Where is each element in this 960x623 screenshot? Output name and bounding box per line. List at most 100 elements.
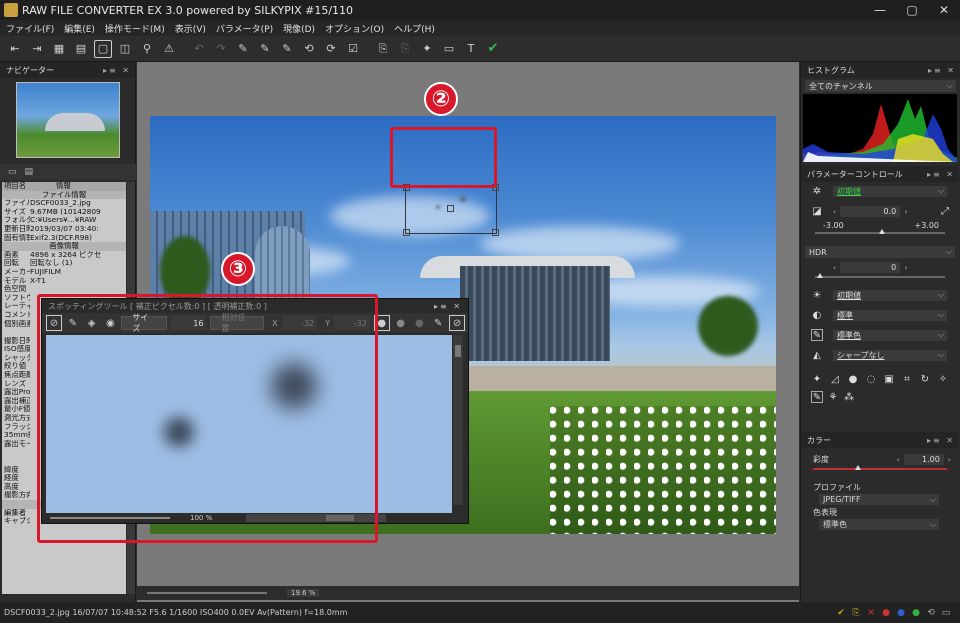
tool-h-icon[interactable]: ✧ bbox=[937, 373, 949, 385]
rotate-left-icon[interactable]: ⟲ bbox=[300, 40, 318, 58]
hdr-value[interactable]: 0 bbox=[840, 261, 901, 273]
status-red-icon[interactable]: ● bbox=[880, 608, 892, 618]
thumbnail-view-icon[interactable]: ▦ bbox=[50, 40, 68, 58]
paste-param-icon[interactable]: ✎ bbox=[278, 40, 296, 58]
prev-image-icon[interactable]: ⇤ bbox=[6, 40, 24, 58]
exposure-slider[interactable] bbox=[815, 229, 945, 234]
brush-small-icon[interactable]: ● bbox=[411, 315, 427, 331]
tool-e-icon[interactable]: ▣ bbox=[883, 373, 895, 385]
panel-menu-icon[interactable]: ▸≡ ✕ bbox=[103, 66, 131, 75]
tool-c-icon[interactable]: ● bbox=[847, 373, 859, 385]
tone-icon[interactable]: ◐ bbox=[811, 309, 823, 321]
sharp-select[interactable]: シャープなし ⌵ bbox=[833, 349, 947, 361]
navigator-thumbnail[interactable] bbox=[16, 82, 120, 158]
wand-tool-icon[interactable]: ⚘ bbox=[827, 391, 839, 403]
mark-icon[interactable]: ☑ bbox=[344, 40, 362, 58]
status-check-icon[interactable]: ✔ bbox=[835, 608, 847, 618]
preview-view-icon[interactable]: ▢ bbox=[94, 39, 112, 58]
expand-icon[interactable]: ⤢ bbox=[939, 205, 951, 217]
spot-tool-icon[interactable]: ✦ bbox=[418, 40, 436, 58]
tab-info-icon[interactable]: ▤ bbox=[25, 167, 34, 177]
warning-icon[interactable]: ⚠ bbox=[160, 40, 178, 58]
spot-vertical-scrollbar[interactable] bbox=[453, 335, 463, 505]
info-row[interactable]: 画素 4896 x 3264 ピクセ bbox=[2, 251, 126, 260]
exposure-value[interactable]: 0.0 bbox=[840, 205, 901, 217]
preview-thumb-icon[interactable]: ▤ bbox=[72, 40, 90, 58]
tool-d-icon[interactable]: ◌ bbox=[865, 373, 877, 385]
redo-icon[interactable]: ↷ bbox=[212, 40, 230, 58]
edit-param-icon[interactable]: ✎ bbox=[234, 40, 252, 58]
maximize-button[interactable]: ▢ bbox=[896, 0, 928, 20]
next-image-icon[interactable]: ⇥ bbox=[28, 40, 46, 58]
parameter-menu-icon[interactable]: ▸≡ ✕ bbox=[927, 170, 955, 179]
menu-edit[interactable]: 編集(E) bbox=[64, 22, 95, 35]
hdr-dec-icon[interactable]: ‹ bbox=[833, 263, 836, 272]
info-section-header[interactable]: ファイル情報 bbox=[2, 190, 126, 200]
tool-a-icon[interactable]: ✦ bbox=[811, 373, 823, 385]
status-window-icon[interactable]: ▭ bbox=[940, 608, 952, 618]
status-copy-icon[interactable]: ⎘ bbox=[850, 608, 862, 618]
done-check-icon[interactable]: ✔ bbox=[484, 40, 502, 58]
info-row[interactable]: サイズ 9.67MB (10142809 bbox=[2, 208, 126, 217]
link-tool-icon[interactable]: ⁂ bbox=[843, 391, 855, 403]
white-balance-icon[interactable]: ☀ bbox=[811, 289, 823, 301]
status-reject-icon[interactable]: ✕ bbox=[865, 608, 877, 618]
spot-window-menu-icon[interactable]: ▸≡ ✕ bbox=[434, 302, 462, 311]
info-row[interactable]: ファイル DSCF0033_2.jpg bbox=[2, 199, 126, 208]
hdr-select[interactable]: HDR ⌵ bbox=[805, 246, 955, 258]
brush-tool-icon[interactable]: ✎ bbox=[811, 391, 823, 403]
menu-mode[interactable]: 操作モード(M) bbox=[105, 22, 165, 35]
compare-view-icon[interactable]: ◫ bbox=[116, 40, 134, 58]
info-row[interactable]: 更新日時 2019/03/07 03:40: bbox=[2, 225, 126, 234]
hdr-inc-icon[interactable]: › bbox=[904, 263, 907, 272]
undo-icon[interactable]: ↶ bbox=[190, 40, 208, 58]
copy-param-icon[interactable]: ✎ bbox=[256, 40, 274, 58]
status-green-icon[interactable]: ● bbox=[910, 608, 922, 618]
tool-b-icon[interactable]: ◿ bbox=[829, 373, 841, 385]
info-row[interactable]: 固有情報 Exif2.3(DCF.R98) bbox=[2, 234, 126, 243]
tool-f-icon[interactable]: ⌗ bbox=[901, 373, 913, 385]
info-row[interactable]: フォルダ C:¥Users¥...¥RAW bbox=[2, 216, 126, 225]
zoom-icon[interactable]: ⚲ bbox=[138, 40, 156, 58]
saturation-slider[interactable] bbox=[813, 465, 947, 470]
tone-select[interactable]: 標準 ⌵ bbox=[833, 309, 947, 321]
hdr-slider[interactable] bbox=[815, 273, 945, 278]
color-dropper-icon[interactable]: ✎ bbox=[811, 329, 823, 341]
status-rotate-icon[interactable]: ⟲ bbox=[925, 608, 937, 618]
menu-develop[interactable]: 現像(D) bbox=[283, 22, 315, 35]
tab-folder-icon[interactable]: ▭ bbox=[8, 167, 17, 177]
rotate-right-icon[interactable]: ⟳ bbox=[322, 40, 340, 58]
saturation-dec-icon[interactable]: ‹ bbox=[897, 455, 900, 464]
preview-zoom-value[interactable]: 19.6 % bbox=[287, 589, 320, 597]
color-rep-select[interactable]: 標準色 ⌵ bbox=[819, 519, 939, 530]
develop-icon[interactable]: ⎘ bbox=[374, 40, 392, 58]
info-row[interactable]: モデル X-T1 bbox=[2, 277, 126, 286]
spot-clear-icon[interactable]: ⊘ bbox=[449, 315, 465, 331]
tool-g-icon[interactable]: ↻ bbox=[919, 373, 931, 385]
color-menu-icon[interactable]: ▸≡ ✕ bbox=[927, 436, 955, 445]
brush-medium-icon[interactable]: ● bbox=[393, 315, 409, 331]
channel-select[interactable]: 全てのチャンネル ⌵ bbox=[805, 80, 956, 92]
info-row[interactable]: 色空間 bbox=[2, 285, 126, 294]
info-section-header[interactable]: 画像情報 bbox=[2, 242, 126, 251]
exposure-dec-icon[interactable]: ‹ bbox=[833, 207, 836, 216]
batch-develop-icon[interactable]: ⎘ bbox=[396, 40, 414, 58]
exposure-inc-icon[interactable]: › bbox=[904, 207, 907, 216]
saturation-value[interactable]: 1.00 bbox=[903, 453, 944, 465]
saturation-inc-icon[interactable]: › bbox=[948, 455, 951, 464]
menu-file[interactable]: ファイル(F) bbox=[6, 22, 54, 35]
display-icon[interactable]: ▭ bbox=[440, 40, 458, 58]
text-icon[interactable]: T bbox=[462, 40, 480, 58]
profile-select[interactable]: JPEG/TIFF ⌵ bbox=[819, 494, 939, 505]
spot-pick-icon[interactable]: ✎ bbox=[430, 315, 446, 331]
gear-icon[interactable]: ✲ bbox=[811, 185, 823, 197]
menu-parameter[interactable]: パラメータ(P) bbox=[216, 22, 273, 35]
color-select[interactable]: 標準色 ⌵ bbox=[833, 329, 947, 341]
sharpness-icon[interactable]: ◭ bbox=[811, 349, 823, 361]
preset-select[interactable]: 初期値 ⌵ bbox=[833, 185, 947, 197]
menu-help[interactable]: ヘルプ(H) bbox=[394, 22, 435, 35]
info-row[interactable]: メーカー FUJIFILM bbox=[2, 268, 126, 277]
status-blue-icon[interactable]: ● bbox=[895, 608, 907, 618]
info-row[interactable]: 回転 回転なし (1) bbox=[2, 259, 126, 268]
wb-select[interactable]: 初期値 ⌵ bbox=[833, 289, 947, 301]
